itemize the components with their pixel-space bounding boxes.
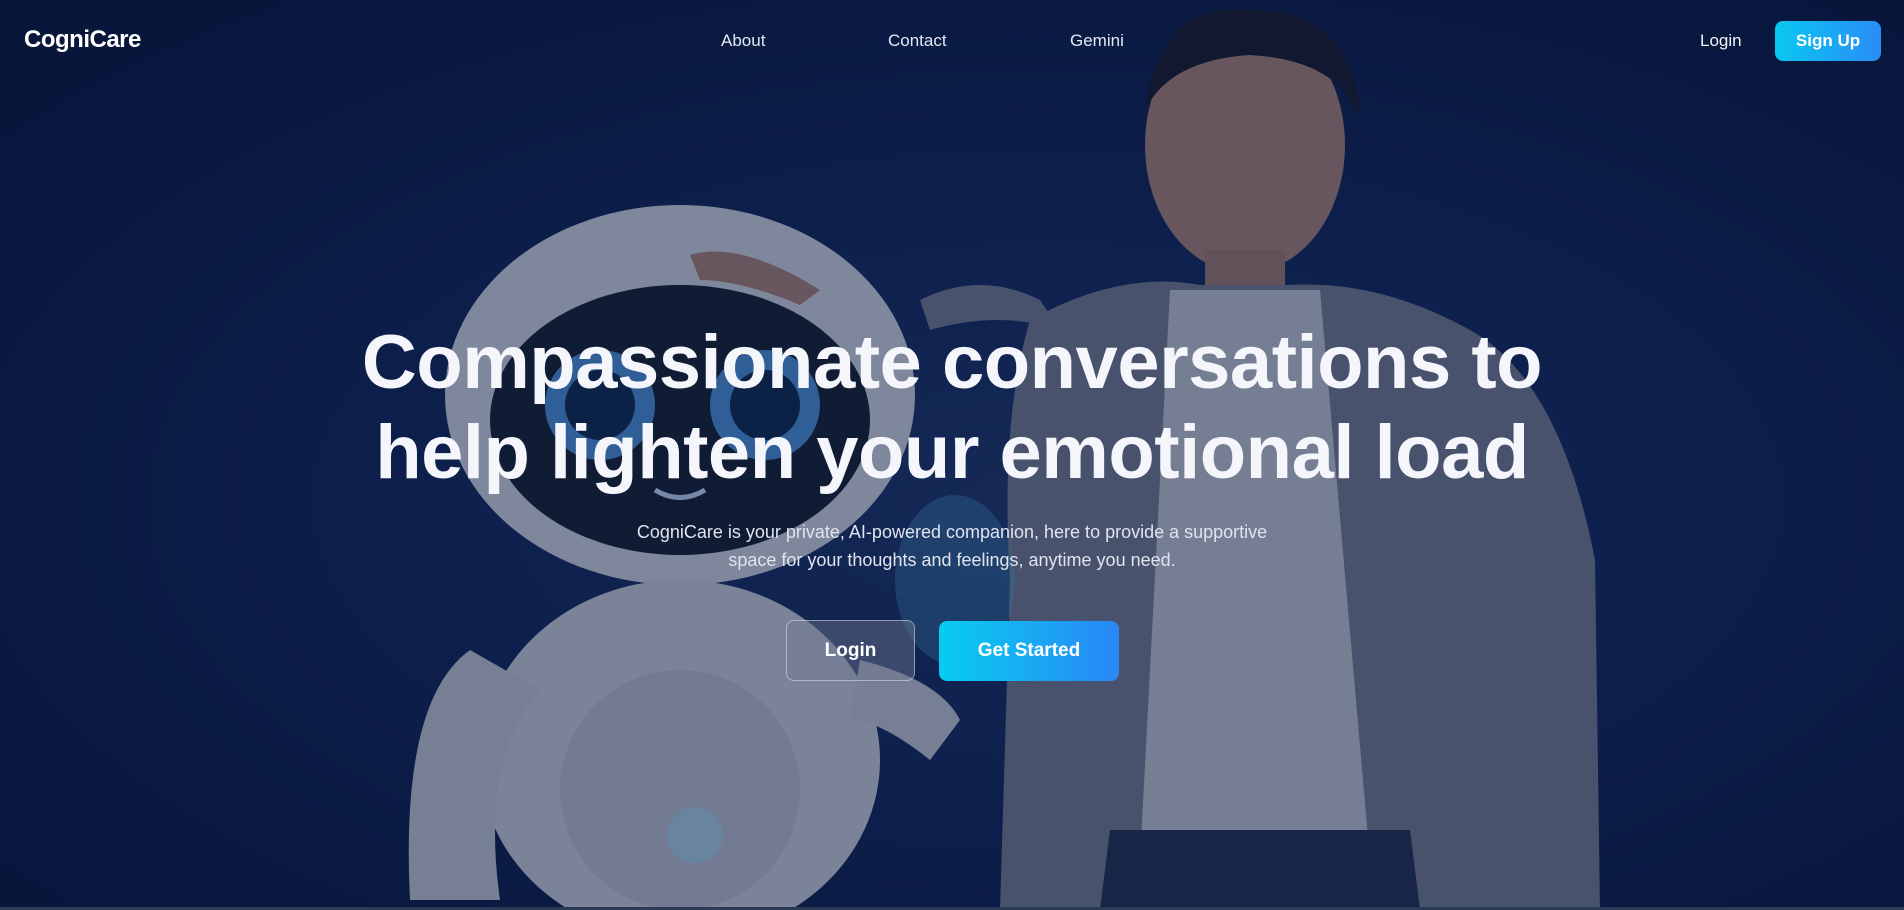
- nav-link-gemini[interactable]: Gemini: [1070, 31, 1124, 51]
- hero-description: CogniCare is your private, AI-powered co…: [0, 518, 1904, 574]
- hero-headline: Compassionate conversations to help ligh…: [0, 318, 1904, 498]
- top-navbar: CogniCare About Contact Gemini Login Sig…: [0, 0, 1904, 82]
- get-started-button[interactable]: Get Started: [939, 621, 1119, 681]
- nav-link-about[interactable]: About: [721, 31, 765, 51]
- nav-signup-button[interactable]: Sign Up: [1775, 21, 1881, 61]
- nav-link-contact[interactable]: Contact: [888, 31, 947, 51]
- hero-headline-line: help lighten your emotional load: [375, 410, 1529, 495]
- nav-login-link[interactable]: Login: [1700, 31, 1742, 51]
- hero-description-line: space for your thoughts and feelings, an…: [728, 550, 1176, 570]
- brand-logo[interactable]: CogniCare: [24, 26, 141, 54]
- hero-headline-line: Compassionate conversations to: [361, 320, 1543, 405]
- hero-description-line: CogniCare is your private, AI-powered co…: [636, 522, 1268, 542]
- hero-login-button[interactable]: Login: [786, 620, 915, 681]
